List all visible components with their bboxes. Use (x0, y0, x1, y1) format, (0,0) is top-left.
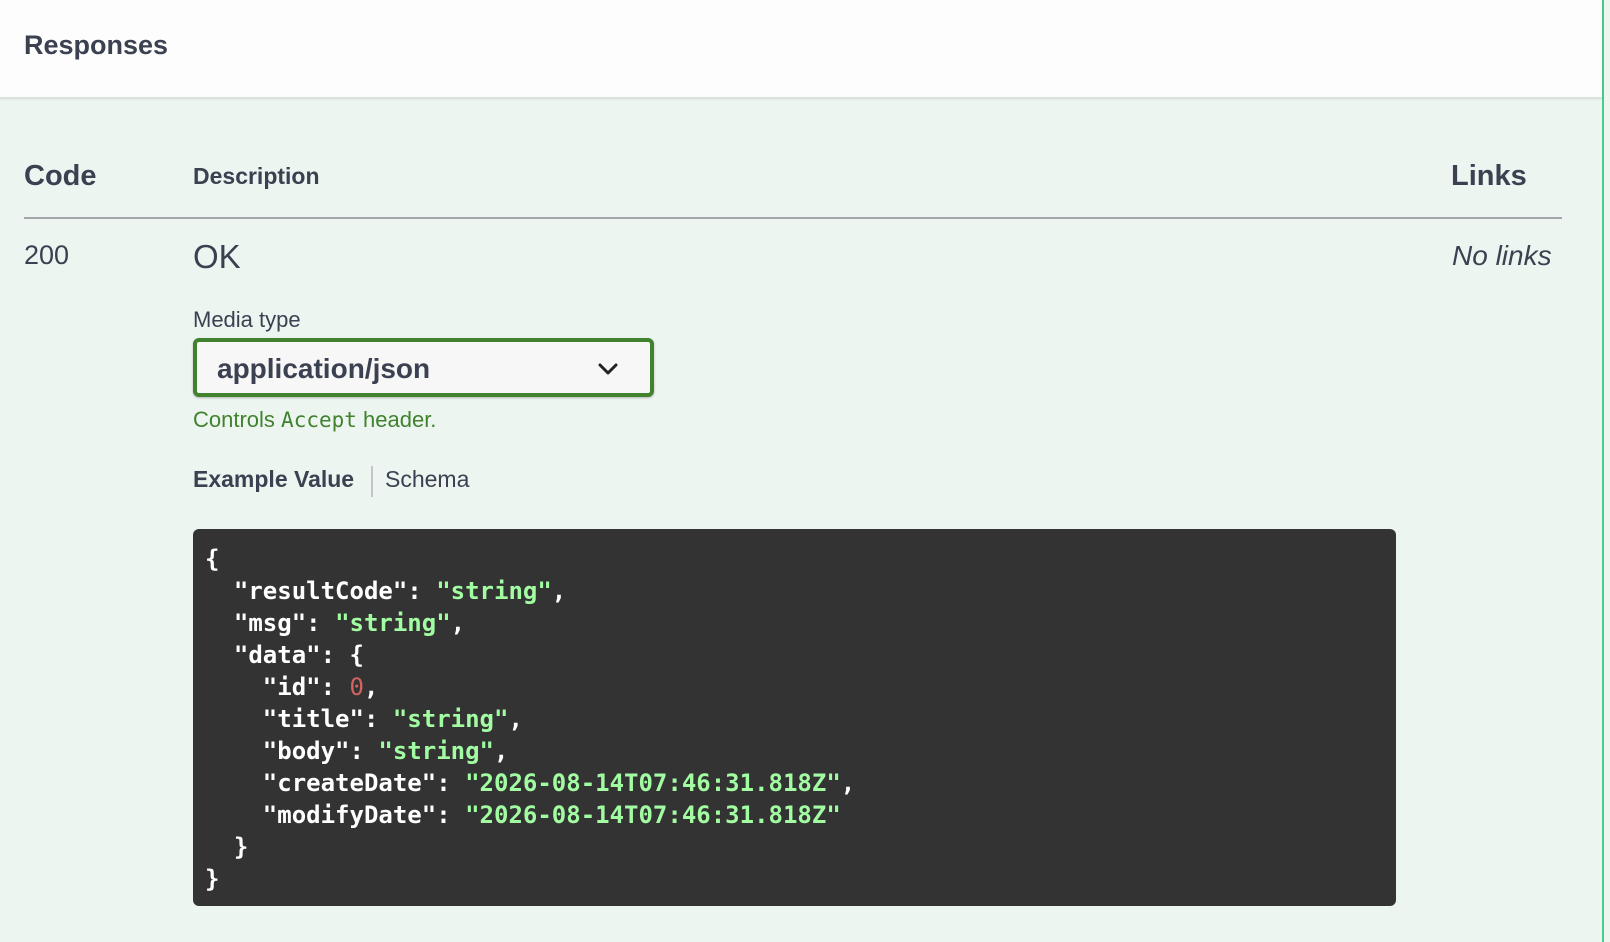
json-key: "createDate" (262, 769, 437, 797)
response-description: OK (193, 238, 241, 275)
code-line: } (205, 831, 1396, 863)
code-punctuation (205, 577, 234, 605)
code-punctuation: : (436, 769, 466, 797)
code-punctuation: , (840, 769, 856, 797)
code-punctuation: { (205, 545, 220, 573)
code-punctuation: : (407, 577, 437, 605)
code-punctuation (205, 737, 263, 765)
example-value-code: { "resultCode": "string", "msg": "string… (193, 529, 1396, 906)
responses-panel: Responses Code Description Links 200 OK … (0, 0, 1604, 942)
code-punctuation: : (363, 705, 393, 733)
code-punctuation (205, 705, 263, 733)
json-key: "msg" (233, 609, 307, 637)
code-punctuation: , (494, 737, 509, 765)
code-punctuation: , (508, 705, 523, 733)
json-key: "title" (262, 705, 364, 733)
code-punctuation (205, 801, 263, 829)
code-line: "modifyDate": "2026-08-14T07:46:31.818Z" (205, 799, 1396, 831)
code-punctuation: : (436, 801, 466, 829)
code-punctuation (205, 673, 263, 701)
column-header-description: Description (193, 163, 320, 189)
code-punctuation: , (551, 577, 567, 605)
chevron-down-icon (598, 363, 618, 375)
code-punctuation: : (320, 673, 350, 701)
tab-schema[interactable]: Schema (385, 466, 469, 493)
json-key: "body" (262, 737, 350, 765)
json-key: "data" (233, 641, 321, 669)
column-header-code: Code (24, 160, 97, 192)
code-punctuation: , (450, 609, 466, 637)
code-punctuation (205, 769, 263, 797)
code-line: "msg": "string", (205, 607, 1396, 639)
media-type-hint-suffix: header. (356, 407, 437, 432)
code-punctuation (205, 609, 234, 637)
tab-example-value[interactable]: Example Value (193, 466, 354, 493)
code-punctuation: : (306, 609, 336, 637)
tab-divider (371, 466, 373, 497)
code-line: "title": "string", (205, 703, 1396, 735)
code-line: "data": { (205, 639, 1396, 671)
code-line: } (205, 863, 1396, 895)
code-punctuation (205, 641, 234, 669)
code-punctuation: } (205, 865, 220, 893)
json-string-value: "string" (392, 705, 509, 733)
json-string-value: "2026-08-14T07:46:31.818Z" (465, 769, 841, 797)
code-line: "createDate": "2026-08-14T07:46:31.818Z"… (205, 767, 1396, 799)
accept-header-code: Accept (281, 408, 357, 432)
response-links: No links (1452, 240, 1552, 271)
code-line: "resultCode": "string", (205, 575, 1396, 607)
json-string-value: "2026-08-14T07:46:31.818Z" (465, 801, 841, 829)
media-type-hint: Controls Accept header. (193, 407, 436, 433)
code-line: { (205, 543, 1396, 575)
json-number-value: 0 (349, 673, 364, 701)
json-key: "id" (262, 673, 321, 701)
media-type-hint-prefix: Controls (193, 407, 282, 432)
media-type-label: Media type (193, 307, 301, 332)
code-line: "body": "string", (205, 735, 1396, 767)
code-punctuation: , (363, 673, 379, 701)
media-type-selected-value: application/json (217, 353, 431, 384)
code-punctuation: } (205, 833, 249, 861)
media-type-select[interactable]: application/json (193, 338, 654, 397)
json-key: "modifyDate" (262, 801, 437, 829)
column-header-links: Links (1451, 160, 1527, 192)
json-string-value: "string" (335, 609, 451, 637)
code-line: "id": 0, (205, 671, 1396, 703)
code-punctuation: : (349, 737, 379, 765)
json-string-value: "string" (436, 577, 552, 605)
json-key: "resultCode" (233, 577, 408, 605)
response-code: 200 (24, 240, 70, 270)
section-title: Responses (24, 30, 169, 60)
json-string-value: "string" (378, 737, 494, 765)
header-divider (24, 217, 1562, 219)
responses-header: Responses (0, 0, 1602, 98)
code-punctuation: : { (320, 641, 364, 669)
